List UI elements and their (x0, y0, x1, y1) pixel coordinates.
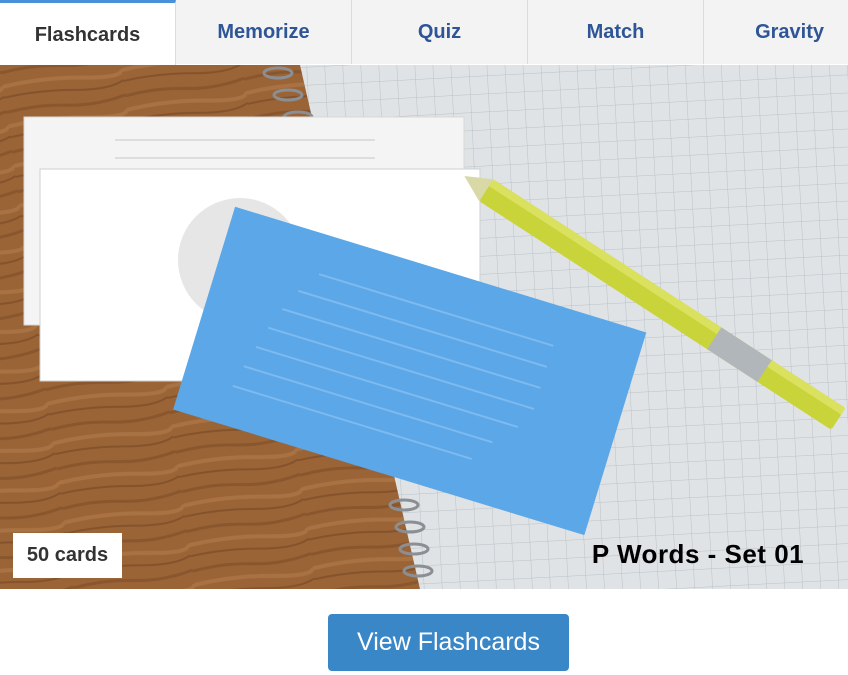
card-count-badge: 50 cards (13, 533, 122, 578)
mode-tabs: Flashcards Memorize Quiz Match Gravity (0, 0, 848, 65)
deck-cover-image[interactable] (0, 65, 848, 589)
tab-flashcards[interactable]: Flashcards (0, 0, 176, 65)
tab-label: Quiz (417, 20, 462, 43)
tab-gravity[interactable]: Gravity (704, 0, 848, 64)
tab-label: Gravity (755, 20, 824, 43)
tab-memorize[interactable]: Memorize (176, 0, 352, 64)
tab-label: Flashcards (34, 23, 141, 46)
tab-label: Match (586, 20, 645, 43)
flashcards-illustration (0, 65, 848, 589)
tab-quiz[interactable]: Quiz (352, 0, 528, 64)
tab-match[interactable]: Match (528, 0, 704, 64)
view-flashcards-button[interactable]: View Flashcards (328, 614, 569, 671)
deck-title: P Words - Set 01 (591, 538, 805, 569)
tab-label: Memorize (217, 20, 310, 43)
